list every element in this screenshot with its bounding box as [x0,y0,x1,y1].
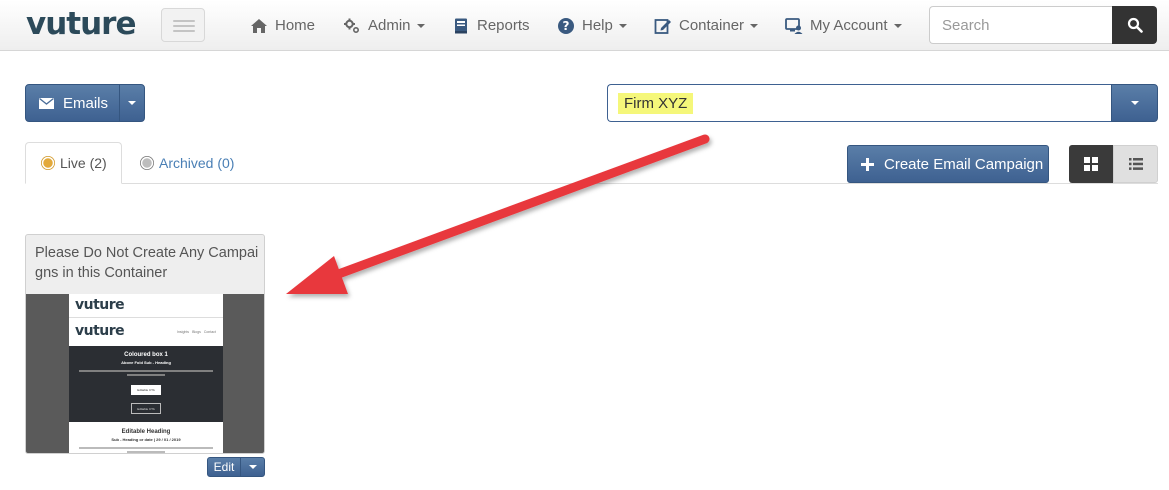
email-preview-divider [69,317,223,318]
status-dot-icon [140,156,154,170]
email-preview-hero-heading: Coloured box 1 [124,352,168,358]
email-preview-text-line [79,447,213,449]
campaign-preview-thumbnail[interactable]: vuture vuture Insights Blogs Contact Col… [26,294,264,453]
chevron-down-icon [618,23,627,28]
email-preview-nav-link: Contact [203,330,216,334]
status-dot-icon [41,156,55,170]
campaign-card-title: Please Do Not Create Any Campaigns in th… [35,245,259,281]
email-preview-logo: vuture [75,297,125,313]
email-preview-nav-link: Blogs [192,330,201,334]
container-dropdown-toggle[interactable] [1111,84,1158,122]
grid-view-button[interactable] [1069,145,1113,183]
edit-dropdown-toggle[interactable] [240,457,265,477]
email-preview-cta-primary: Editable CTA [131,385,161,395]
email-preview-hero-subheading: Above Fold Sub - Heading [121,360,171,365]
search-icon [1127,17,1143,33]
container-select-value: Firm XYZ [618,92,694,114]
gears-icon [343,17,361,35]
search-button[interactable] [1112,6,1157,44]
email-preview-cta-label: Editable CTA [137,388,155,392]
email-preview-text-line [79,370,213,372]
nav-help-label: Help [582,17,613,34]
home-icon [250,17,268,35]
hamburger-menu-button[interactable] [161,8,205,42]
emails-button[interactable]: Emails [25,84,120,122]
chevron-down-icon [893,23,902,28]
nav-my-account-label: My Account [810,17,888,34]
campaign-card[interactable]: Please Do Not Create Any Campaigns in th… [25,234,265,454]
create-email-campaign-label: Create Email Campaign [884,155,1044,173]
vuture-logo[interactable]: vuture [26,6,136,42]
email-preview: vuture vuture Insights Blogs Contact Col… [69,294,223,453]
search-input[interactable] [929,6,1113,44]
chevron-down-icon [750,23,759,28]
email-preview-cta-secondary: Editable CTA [131,403,161,414]
tab-archived-label: Archived (0) [159,155,235,171]
book-icon [452,17,470,35]
edit-campaign-button[interactable]: Edit [207,457,241,477]
nav-admin[interactable]: Admin [343,0,425,51]
nav-container[interactable]: Container [654,0,759,51]
tab-archived[interactable]: Archived (0) [139,142,234,184]
svg-text:?: ? [563,19,570,33]
edit-button-label: Edit [213,460,235,474]
chevron-down-icon [248,465,257,469]
email-preview-text-line [127,451,165,453]
container-select[interactable]: Firm XYZ [607,84,1112,122]
nav-help[interactable]: ? Help [557,0,627,51]
email-preview-cta-label: Editable CTA [137,406,155,411]
chevron-down-icon [1130,101,1139,105]
nav-reports-label: Reports [477,17,530,34]
nav-admin-label: Admin [368,17,411,34]
plus-icon [861,157,874,171]
tab-live[interactable]: Live (2) [25,142,122,184]
list-icon [1128,158,1143,170]
email-preview-section-heading: Editable Heading [121,429,171,435]
edit-icon [654,17,672,35]
grid-icon [1084,157,1098,171]
nav-my-account[interactable]: My Account [785,0,902,51]
email-preview-text-line [127,374,165,376]
nav-reports[interactable]: Reports [452,0,530,51]
hamburger-line-icon [173,25,195,27]
nav-home[interactable]: Home [250,0,315,51]
hamburger-line-icon [173,30,195,32]
app-root: vuture Home Admin Reports ? Help Contain… [0,0,1169,490]
email-preview-header-logo: vuture [75,323,125,339]
nav-home-label: Home [275,17,316,34]
top-navbar: vuture Home Admin Reports ? Help Contain… [0,0,1169,51]
tab-live-label: Live (2) [60,155,107,171]
chevron-down-icon [128,101,136,105]
chevron-down-icon [416,23,425,28]
email-preview-section-subheading: Sub - Heading or date | 29 / 01 / 2019 [111,437,181,442]
list-view-button[interactable] [1113,145,1158,183]
create-email-campaign-button[interactable]: Create Email Campaign [847,145,1049,183]
envelope-icon [39,97,54,109]
emails-button-label: Emails [63,94,109,112]
email-preview-nav: Insights Blogs Contact [177,330,216,334]
hamburger-line-icon [173,20,195,22]
user-monitor-icon [785,17,803,35]
email-preview-nav-link: Insights [177,330,190,334]
nav-container-label: Container [679,17,745,34]
emails-dropdown-toggle[interactable] [119,84,145,122]
question-circle-icon: ? [557,17,575,35]
